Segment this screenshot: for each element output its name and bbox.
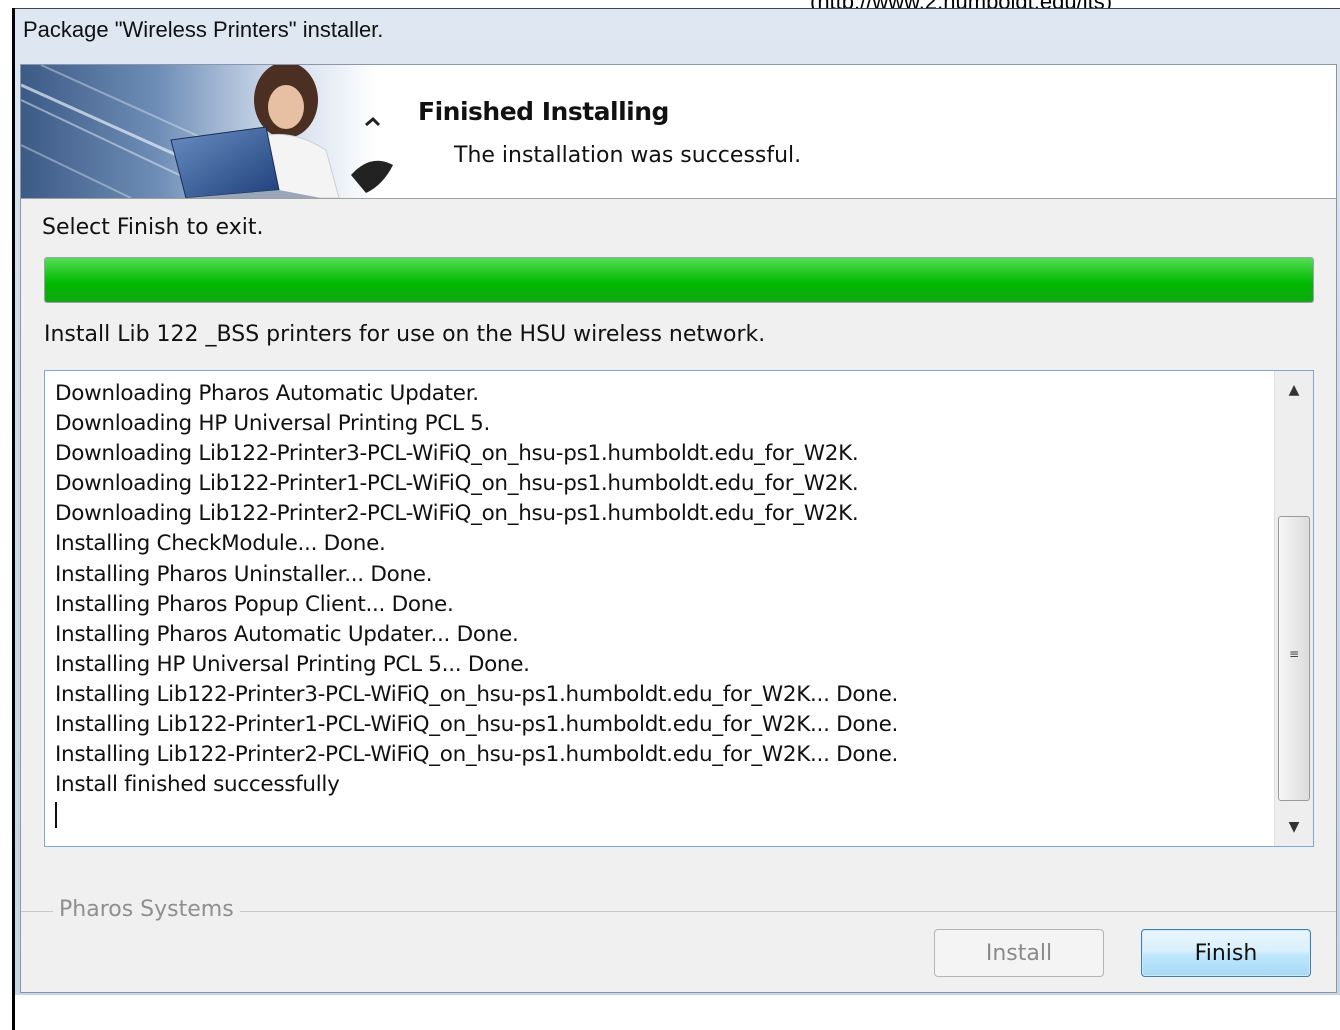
group-label-vendor: Pharos Systems [53, 897, 240, 922]
log-line: Downloading HP Universal Printing PCL 5. [55, 411, 491, 437]
woman-laptop-illustration [21, 65, 393, 198]
log-scrollbar[interactable]: ▲ ≡ ▼ [1274, 371, 1313, 846]
progress-fill [45, 258, 1313, 302]
header-panel: Finished Installing The installation was… [21, 65, 1336, 199]
installer-client-area: Finished Installing The installation was… [20, 64, 1337, 993]
instruction-text: Select Finish to exit. [42, 215, 264, 240]
text-caret [55, 802, 57, 829]
window-title: Package "Wireless Printers" installer. [23, 17, 384, 42]
log-line: Installing CheckModule... Done. [55, 531, 386, 557]
finish-button[interactable]: Finish [1141, 929, 1311, 977]
log-line: Installing Lib122-Printer3-PCL-WiFiQ_on_… [55, 681, 899, 707]
log-line: Installing HP Universal Printing PCL 5..… [55, 651, 530, 677]
log-line: Install finished successfully [55, 772, 340, 798]
log-line: Installing Pharos Popup Client... Done. [55, 591, 454, 617]
log-line: Downloading Lib122-Printer1-PCL-WiFiQ_on… [55, 471, 859, 497]
log-lines: Downloading Pharos Automatic Updater. Dow… [55, 379, 899, 829]
log-line: Installing Pharos Uninstaller... Done. [55, 561, 433, 587]
log-line: Installing Lib122-Printer1-PCL-WiFiQ_on_… [55, 712, 899, 738]
log-line: Downloading Lib122-Printer2-PCL-WiFiQ_on… [55, 501, 859, 527]
installer-window: Package "Wireless Printers" installer. F… [15, 9, 1340, 995]
install-button[interactable]: Install [934, 929, 1104, 977]
scroll-down-arrow-icon[interactable]: ▼ [1275, 808, 1313, 846]
scroll-up-arrow-icon[interactable]: ▲ [1275, 371, 1313, 409]
package-description: Install Lib 122 _BSS printers for use on… [44, 322, 766, 347]
log-line: Installing Pharos Automatic Updater... D… [55, 621, 519, 647]
scroll-thumb[interactable]: ≡ [1278, 516, 1310, 801]
header-subtitle: The installation was successful. [454, 143, 802, 168]
banner-image [21, 65, 416, 198]
scroll-grip-icon: ≡ [1288, 647, 1300, 661]
log-line: Installing Lib122-Printer2-PCL-WiFiQ_on_… [55, 742, 899, 768]
log-line: Downloading Lib122-Printer3-PCL-WiFiQ_on… [55, 441, 859, 467]
install-progress-bar [44, 257, 1314, 303]
header-title: Finished Installing [418, 97, 669, 126]
install-log-textarea[interactable]: Downloading Pharos Automatic Updater. Dow… [44, 370, 1314, 847]
log-line: Downloading Pharos Automatic Updater. [55, 381, 479, 406]
